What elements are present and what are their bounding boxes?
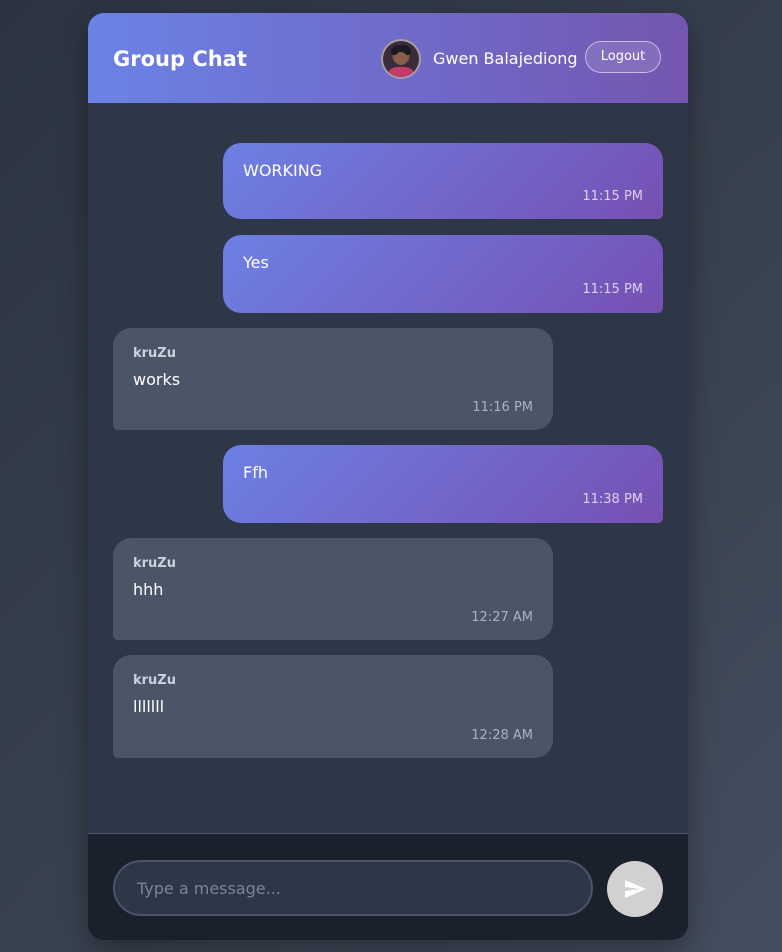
current-user-name: Gwen Balajediong (433, 49, 578, 68)
logout-button[interactable]: Logout (585, 41, 661, 73)
message-time: 11:15 PM (582, 282, 643, 297)
message-input[interactable] (113, 860, 593, 916)
message-bubble-other: kruZu lllllll 12:28 AM (113, 655, 553, 758)
message-text: WORKING (243, 161, 323, 180)
message-time: 11:16 PM (472, 400, 533, 415)
avatar (381, 39, 421, 79)
message-bubble-own: Ffh 11:38 PM (223, 445, 663, 523)
message-time: 12:27 AM (471, 610, 533, 625)
message-bubble-other: kruZu hhh 12:27 AM (113, 538, 553, 640)
message-bubble-other: kruZu works 11:16 PM (113, 328, 553, 430)
send-button[interactable] (607, 861, 663, 917)
message-text: Ffh (243, 463, 268, 482)
avatar-face (395, 52, 407, 65)
message-list[interactable]: WORKING 11:15 PM Yes 11:15 PM kruZu work… (88, 103, 688, 833)
avatar-shirt (387, 67, 415, 77)
chat-window: Group Chat Gwen Balajediong Logout WORKI… (88, 13, 688, 940)
message-time: 11:38 PM (582, 492, 643, 507)
message-sender: kruZu (133, 673, 176, 688)
page-title: Group Chat (113, 47, 247, 71)
message-bubble-own: Yes 11:15 PM (223, 235, 663, 313)
message-time: 12:28 AM (471, 728, 533, 743)
message-text: works (133, 370, 181, 389)
message-text: Yes (243, 253, 269, 272)
message-time: 11:15 PM (582, 189, 643, 204)
message-text: lllllll (133, 697, 165, 716)
message-sender: kruZu (133, 346, 176, 361)
message-text: hhh (133, 580, 164, 599)
message-sender: kruZu (133, 556, 176, 571)
send-icon (625, 880, 646, 898)
message-bubble-own: WORKING 11:15 PM (223, 143, 663, 219)
message-composer (88, 833, 688, 940)
chat-header: Group Chat Gwen Balajediong Logout (88, 13, 688, 103)
